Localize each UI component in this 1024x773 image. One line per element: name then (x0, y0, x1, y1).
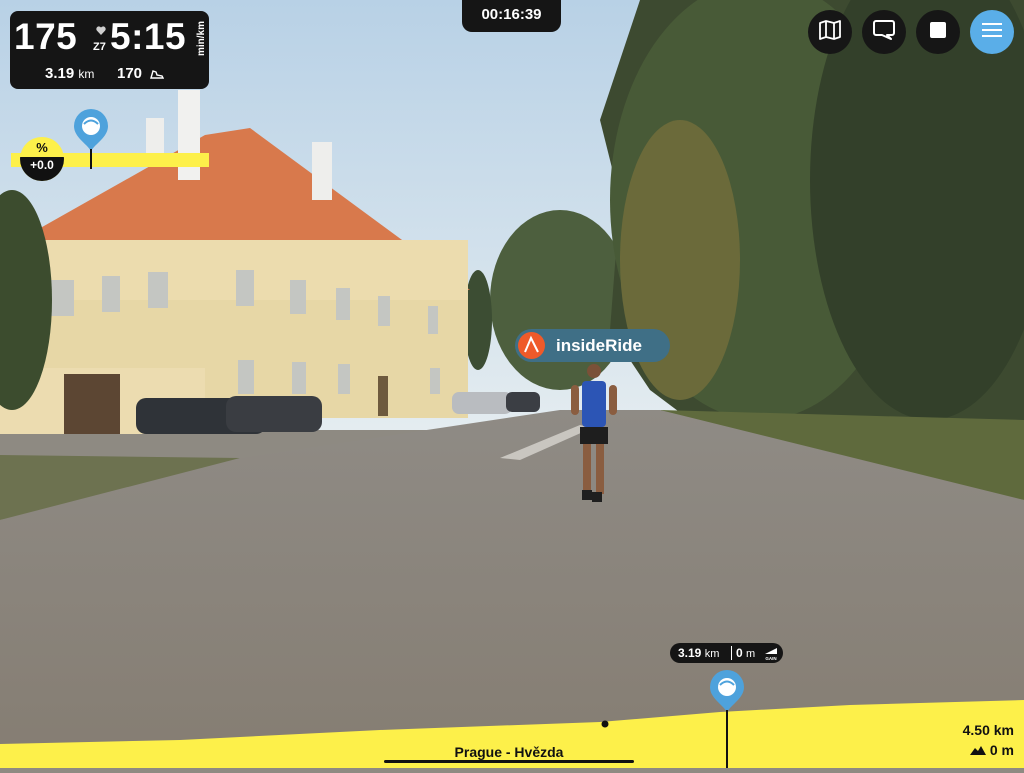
pace-value: 5:15 (110, 16, 187, 57)
distance-unit: km (78, 67, 95, 81)
heart-icon (96, 26, 106, 38)
elapsed-timer: 00:16:39 (462, 0, 561, 32)
pace-unit-label: min/km (196, 21, 207, 57)
grade-value: +0.0 (20, 157, 64, 181)
stop-button[interactable] (916, 10, 960, 54)
position-distance-unit: km (704, 648, 720, 660)
grade-symbol: % (36, 140, 48, 155)
position-gain-value: 0 (736, 646, 743, 660)
distance-value: 3.19 (45, 65, 75, 82)
heart-rate-value: 175 (14, 16, 78, 57)
cadence-readout: 170 (117, 65, 165, 84)
position-distance-value: 3.19 (678, 646, 702, 660)
elevation-avatar-pin (708, 668, 746, 773)
map-button[interactable] (808, 10, 852, 54)
insideride-badge: insideRide (515, 329, 670, 362)
position-gain: 0 m (736, 643, 755, 664)
route-name: Prague - Hvězda (454, 744, 564, 760)
gain-caption: GAIN (765, 656, 776, 661)
position-distance: 3.19 km (678, 643, 719, 664)
menu-icon (982, 22, 1002, 43)
metrics-panel: 175 Z7 5:15 min/km 3.19 km 170 (10, 11, 209, 89)
total-gain: 0 m (969, 742, 1014, 758)
grade-badge: % +0.0 (20, 137, 64, 181)
route-video-scene (0, 0, 1024, 768)
chat-icon (873, 19, 895, 46)
distance-readout: 3.19 km (45, 65, 94, 82)
running-shoe-icon (150, 67, 165, 84)
map-icon (819, 19, 841, 45)
cadence-value: 170 (117, 65, 143, 82)
menu-button[interactable] (970, 10, 1014, 54)
total-gain-value: 0 m (989, 742, 1014, 758)
heart-zone-label: Z7 (93, 41, 106, 53)
position-gain-unit: m (746, 648, 756, 660)
insideride-logo-icon (518, 332, 545, 359)
total-distance: 4.50 km (962, 722, 1014, 738)
readout-divider (731, 646, 732, 660)
route-progress-line (384, 760, 634, 763)
mountain-icon (969, 742, 990, 758)
gain-icon: GAIN (764, 645, 778, 667)
avatar-position-pin (72, 107, 110, 174)
insideride-label: insideRide (556, 336, 642, 355)
waypoint-dot (601, 715, 609, 733)
stop-icon (930, 21, 946, 43)
current-position-readout: 3.19 km 0 m GAIN (670, 643, 783, 663)
chat-button[interactable] (862, 10, 906, 54)
